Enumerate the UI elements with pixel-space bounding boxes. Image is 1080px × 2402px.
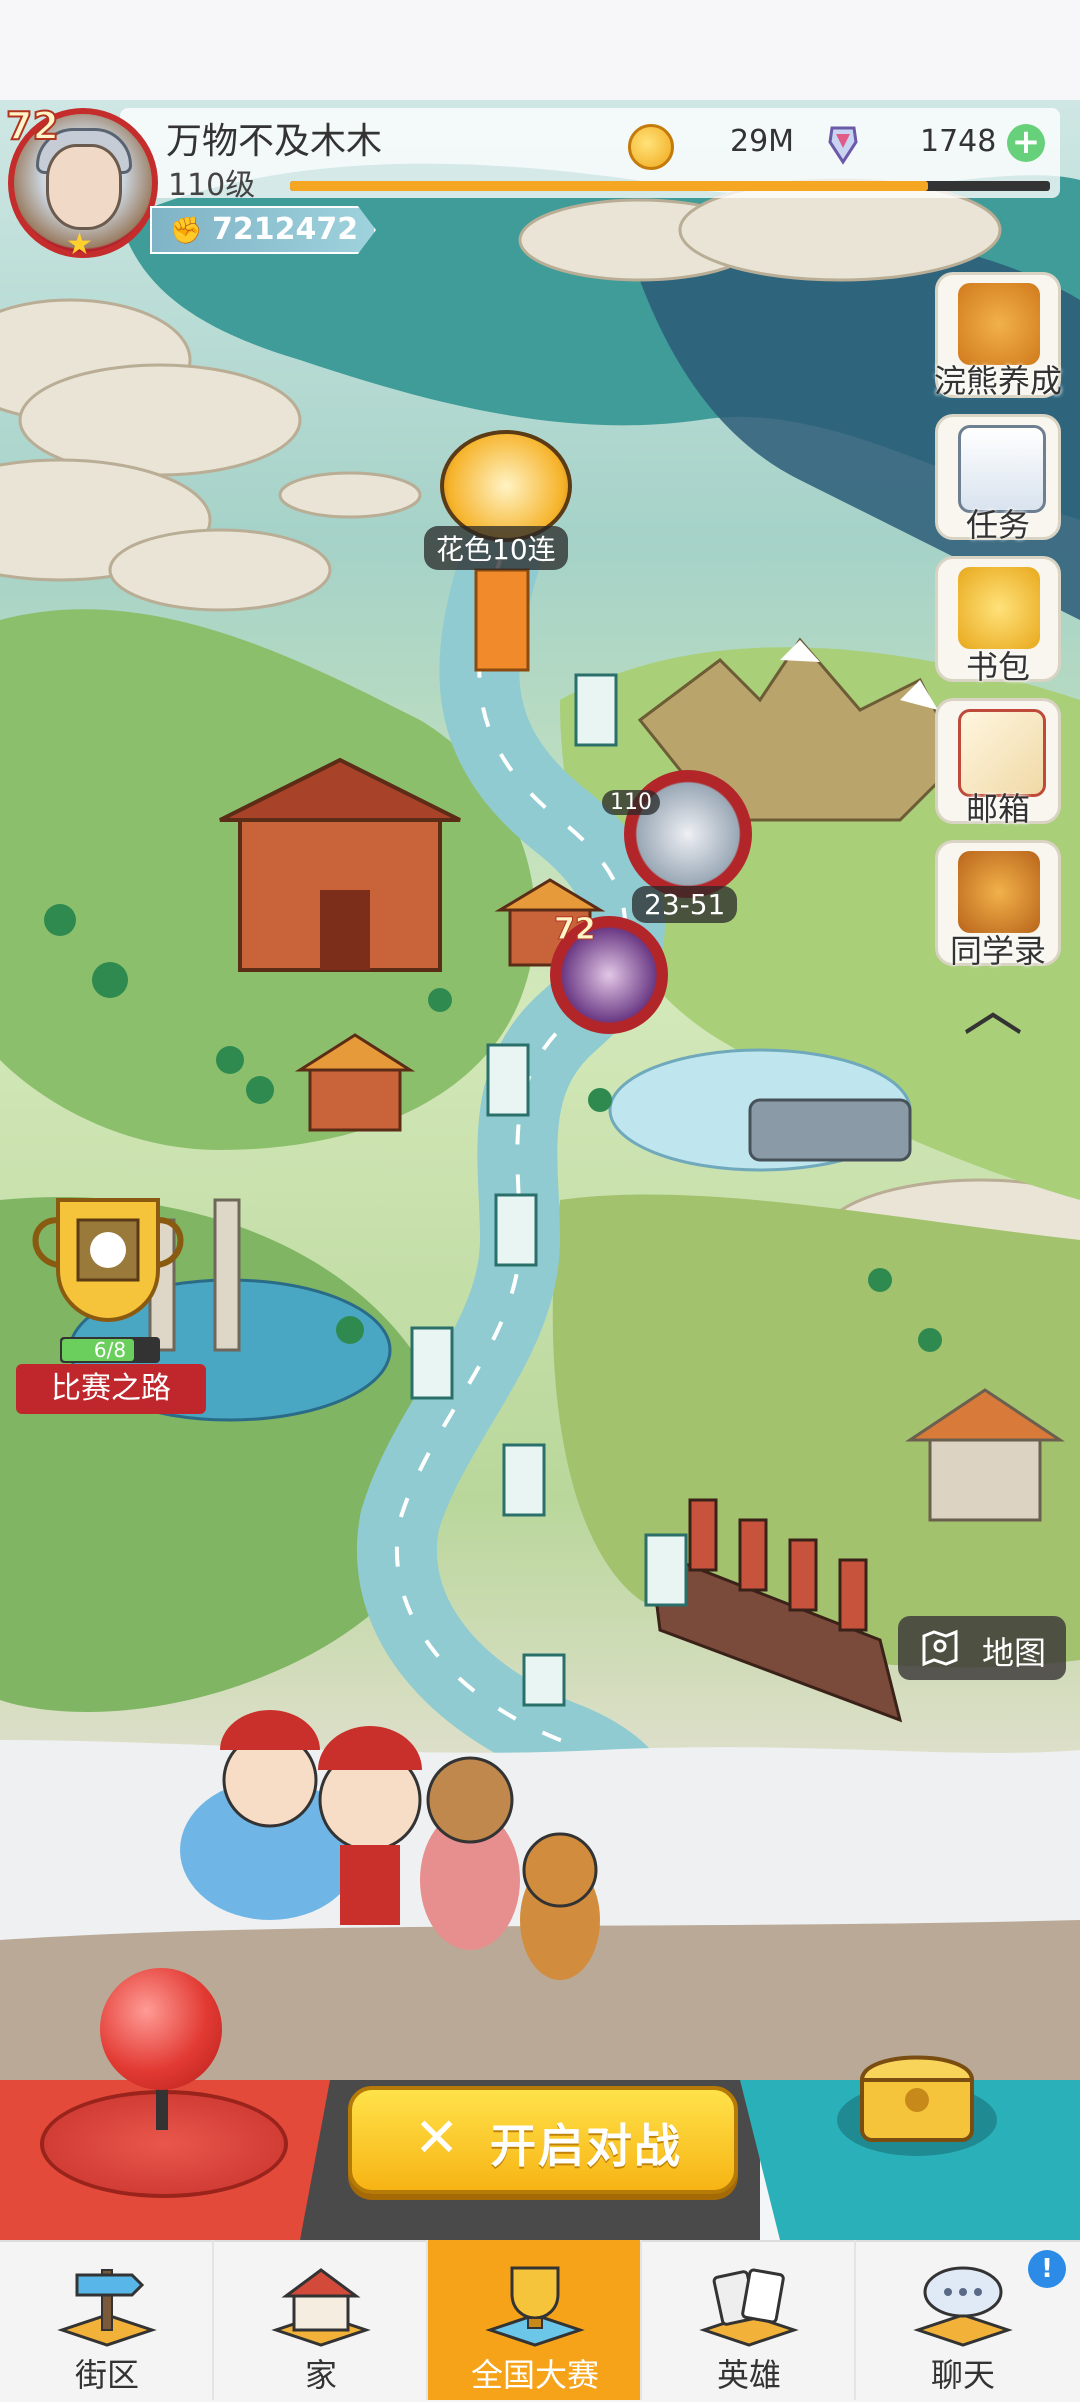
power-badge: ✊ 7212472 [150, 206, 376, 254]
mail-label: 邮箱 [965, 790, 1030, 828]
star-icon: ★ [66, 227, 93, 262]
cards-icon [699, 2268, 799, 2347]
crossed-swords-icon: ✕ [414, 2106, 460, 2169]
player-marker-level: 110 [602, 790, 660, 815]
player-level: 110级 [168, 168, 256, 203]
nav-chat-label: 聊天 [930, 2356, 995, 2394]
xp-fill [290, 181, 929, 191]
nav-home[interactable]: 家 [214, 2240, 428, 2400]
chat-notification-badge: ! [1028, 2250, 1066, 2288]
xp-bar [290, 181, 1050, 191]
map-scenery [0, 163, 1080, 2100]
gem-icon [828, 126, 858, 165]
quest-label: 任务 [965, 506, 1030, 544]
rival-marker-level: 72 [554, 912, 597, 948]
map-button[interactable]: 地图 [898, 1616, 1066, 1680]
backpack-icon [958, 567, 1040, 649]
fist-icon: ✊ [170, 216, 203, 246]
start-battle-button[interactable]: ✕ 开启对战 [348, 2086, 738, 2194]
nav-street[interactable]: 街区 [0, 2240, 214, 2400]
coin-icon [628, 124, 674, 170]
status-bar [0, 0, 1080, 102]
nav-national-contest[interactable]: 全国大赛 [428, 2240, 642, 2400]
signpost-icon [57, 2269, 157, 2347]
nav-street-label: 街区 [74, 2356, 139, 2394]
classmates-icon [958, 851, 1040, 933]
avatar-level: 72 [5, 103, 60, 149]
stage-label: 23-51 [632, 886, 738, 923]
event-label: 花色10连 [424, 526, 568, 570]
map-icon [922, 1629, 958, 1667]
avatar-face [46, 144, 122, 230]
gem-value: 1748 [920, 124, 997, 159]
race-progress-text: 6/8 [93, 1338, 127, 1362]
player-name: 万物不及木木 [166, 121, 383, 162]
raccoon-icon [958, 283, 1040, 365]
chat-icon [913, 2266, 1013, 2347]
nav-home-label: 家 [304, 2356, 337, 2394]
joystick-ball[interactable] [100, 1968, 222, 2090]
collapse-menu-icon[interactable]: ︿ [958, 980, 1028, 1041]
classmates-label: 同学录 [949, 932, 1046, 970]
coin-value: 29M [730, 124, 795, 159]
nav-heroes-label: 英雄 [716, 2356, 781, 2394]
power-value: 7212472 [212, 212, 359, 247]
nav-heroes[interactable]: 英雄 [642, 2240, 856, 2400]
trophy-icon[interactable] [18, 1190, 198, 1340]
backpack-label: 书包 [965, 648, 1030, 686]
house-icon [271, 2268, 371, 2347]
race-progress-bar: 6/8 [60, 1337, 160, 1363]
map-button-label: 地图 [982, 1634, 1047, 1672]
start-battle-label: 开启对战 [490, 2119, 682, 2173]
treasure-chest-icon[interactable] [832, 2030, 1002, 2160]
trophy-icon [485, 2266, 585, 2347]
add-currency-button[interactable]: + [1007, 124, 1045, 162]
race-road-button[interactable]: 比赛之路 [16, 1364, 206, 1414]
raccoon-label: 浣熊养成 [933, 362, 1062, 400]
nav-national-contest-label: 全国大赛 [470, 2356, 599, 2394]
world-map[interactable] [0, 100, 1080, 2100]
